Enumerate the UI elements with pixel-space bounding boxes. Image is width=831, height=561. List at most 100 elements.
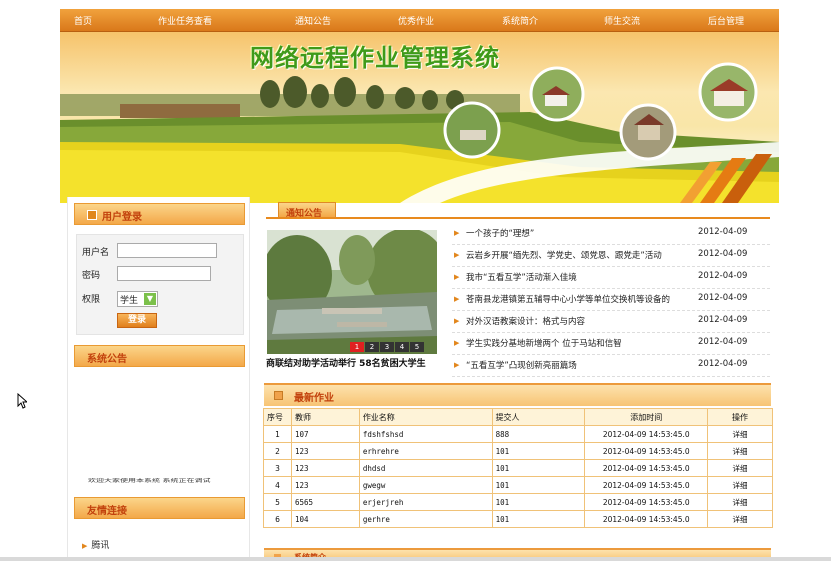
cell-teacher: 123 xyxy=(290,476,360,494)
cell-teacher: 104 xyxy=(290,510,360,528)
nav-homework-tasks[interactable]: 作业任务查看 xyxy=(158,14,212,27)
list-item[interactable]: ▶ 云岩乡开展“缅先烈、学党史、颂党恩、跟党走”活动 2012-04-09 xyxy=(452,245,770,267)
cell-index: 3 xyxy=(263,459,292,477)
slide-dot-3[interactable]: 3 xyxy=(380,342,394,352)
system-notice-text: 欢迎大家使用本系统 系统正在调试 xyxy=(88,477,211,483)
bullet-icon: ▶ xyxy=(82,542,88,550)
username-input[interactable] xyxy=(117,243,217,258)
table-header-row: 序号 教师 作业名称 提交人 添加时间 操作 xyxy=(263,408,773,426)
notice-date: 2012-04-09 xyxy=(698,227,748,237)
password-input[interactable] xyxy=(117,266,211,281)
window-bottom-edge xyxy=(0,557,831,561)
cell-work-name: erhrehre xyxy=(358,442,493,460)
table-row: 1 107 fdshfshsd 888 2012-04-09 14:53:45.… xyxy=(263,425,773,443)
list-item[interactable]: ▶ 学生实践分基地新增两个 位于马站和信智 2012-04-09 xyxy=(452,333,770,355)
notice-date: 2012-04-09 xyxy=(698,249,748,259)
list-item[interactable]: ▶ 一个孩子的“理想” 2012-04-09 xyxy=(452,223,770,245)
table-row: 5 6565 erjerjreh 101 2012-04-09 14:53:45… xyxy=(263,493,773,511)
slide-dot-4[interactable]: 4 xyxy=(395,342,409,352)
col-header-action: 操作 xyxy=(707,408,773,426)
system-notice-title: 系统公告 xyxy=(87,354,127,365)
cell-index: 6 xyxy=(263,510,292,528)
role-label: 权限 xyxy=(82,295,101,305)
col-header-teacher: 教师 xyxy=(290,408,360,426)
detail-link[interactable]: 详细 xyxy=(707,442,773,460)
nav-about[interactable]: 系统简介 xyxy=(502,14,538,27)
park-photo-image xyxy=(267,230,437,354)
col-header-added-time: 添加时间 xyxy=(584,408,709,426)
detail-link[interactable]: 详细 xyxy=(707,476,773,494)
cell-teacher: 123 xyxy=(290,442,360,460)
login-panel-title: 用户登录 xyxy=(102,212,142,223)
login-panel-header: 用户登录 xyxy=(74,203,245,225)
table-row: 3 123 dhdsd 101 2012-04-09 14:53:45.0 详细 xyxy=(263,459,773,477)
cell-index: 4 xyxy=(263,476,292,494)
detail-link[interactable]: 详细 xyxy=(707,493,773,511)
tab-notices[interactable]: 通知公告 xyxy=(278,202,336,219)
cell-submitter: 888 xyxy=(491,425,586,443)
system-notice-header: 系统公告 xyxy=(74,345,245,367)
bullet-icon: ▶ xyxy=(454,361,460,369)
detail-link[interactable]: 详细 xyxy=(707,510,773,528)
nav-excellent-work[interactable]: 优秀作业 xyxy=(398,14,434,27)
cell-work-name: gwegw xyxy=(358,476,493,494)
password-label: 密码 xyxy=(82,271,101,281)
cell-teacher: 123 xyxy=(290,459,360,477)
notice-date: 2012-04-09 xyxy=(698,337,748,347)
notice-title[interactable]: 对外汉语教案设计：格式与内容 xyxy=(466,315,691,327)
links-header: 友情连接 xyxy=(74,497,245,519)
detail-link[interactable]: 详细 xyxy=(707,425,773,443)
cell-added-time: 2012-04-09 14:53:45.0 xyxy=(584,442,709,460)
username-label: 用户名 xyxy=(82,248,110,258)
slide-dot-5[interactable]: 5 xyxy=(410,342,424,352)
bullet-icon: ▶ xyxy=(454,317,460,325)
photo-caption[interactable]: 商联结对助学活动举行 58名贫困大学生 xyxy=(266,356,426,369)
tab-underline xyxy=(266,217,770,219)
cell-submitter: 101 xyxy=(491,510,586,528)
notice-title[interactable]: 我市“五看互学”活动渐入佳境 xyxy=(466,271,691,283)
notice-date: 2012-04-09 xyxy=(698,359,748,369)
role-select[interactable]: 学生 ▼ xyxy=(117,291,158,307)
table-row: 6 104 gerhre 101 2012-04-09 14:53:45.0 详… xyxy=(263,510,773,528)
list-item[interactable]: ▶ 我市“五看互学”活动渐入佳境 2012-04-09 xyxy=(452,267,770,289)
cell-submitter: 101 xyxy=(491,442,586,460)
cell-added-time: 2012-04-09 14:53:45.0 xyxy=(584,459,709,477)
latest-works-title: 最新作业 xyxy=(294,393,334,404)
latest-works-table: 序号 教师 作业名称 提交人 添加时间 操作 1 107 fdshfshsd 8… xyxy=(263,408,773,528)
cell-work-name: erjerjreh xyxy=(358,493,493,511)
notice-date: 2012-04-09 xyxy=(698,271,748,281)
role-select-value: 学生 xyxy=(120,296,139,306)
col-header-index: 序号 xyxy=(263,408,292,426)
mouse-pointer-icon xyxy=(17,393,27,409)
col-header-work-name: 作业名称 xyxy=(358,408,493,426)
latest-works-header: 最新作业 xyxy=(264,383,771,406)
list-item[interactable]: ▶ “五看互学”凸现创新亮丽篇场 2012-04-09 xyxy=(452,355,770,377)
notice-title[interactable]: 学生实践分基地新增两个 位于马站和信智 xyxy=(466,337,691,349)
cell-work-name: gerhre xyxy=(358,510,493,528)
arrow-down-icon xyxy=(87,210,97,220)
bullet-icon: ▶ xyxy=(454,273,460,281)
link-item[interactable]: ▶ 腾讯 xyxy=(82,538,109,551)
notice-title[interactable]: 云岩乡开展“缅先烈、学党史、颂党恩、跟党走”活动 xyxy=(466,249,691,261)
detail-link[interactable]: 详细 xyxy=(707,459,773,477)
nav-home[interactable]: 首页 xyxy=(74,14,92,27)
news-photo[interactable] xyxy=(267,230,437,354)
nav-communication[interactable]: 师生交流 xyxy=(604,14,640,27)
cell-work-name: fdshfshsd xyxy=(358,425,493,443)
list-item[interactable]: ▶ 苍南县龙港镇第五辅导中心小学等单位交换机等设备的 2012-04-09 xyxy=(452,289,770,311)
links-title: 友情连接 xyxy=(87,506,127,517)
notice-title[interactable]: 一个孩子的“理想” xyxy=(466,227,691,239)
notice-title[interactable]: “五看互学”凸现创新亮丽篇场 xyxy=(466,359,691,371)
slide-dot-2[interactable]: 2 xyxy=(365,342,379,352)
link-label[interactable]: 腾讯 xyxy=(91,541,109,551)
list-item[interactable]: ▶ 对外汉语教案设计：格式与内容 2012-04-09 xyxy=(452,311,770,333)
slide-dot-1[interactable]: 1 xyxy=(350,342,364,352)
section-icon xyxy=(274,391,283,400)
nav-notices[interactable]: 通知公告 xyxy=(295,14,331,27)
nav-admin[interactable]: 后台管理 xyxy=(708,14,744,27)
login-button[interactable]: 登录 xyxy=(117,313,157,328)
cell-added-time: 2012-04-09 14:53:45.0 xyxy=(584,493,709,511)
notice-title[interactable]: 苍南县龙港镇第五辅导中心小学等单位交换机等设备的 xyxy=(466,293,691,305)
chevron-down-icon: ▼ xyxy=(144,293,156,305)
bullet-icon: ▶ xyxy=(454,295,460,303)
